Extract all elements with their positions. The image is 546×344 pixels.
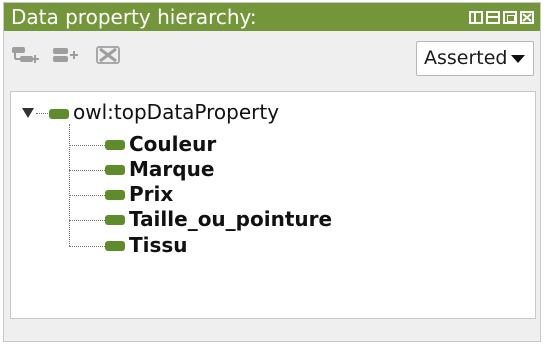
tree-item-taille-ou-pointure[interactable]: Taille_ou_pointure [129,207,332,231]
view-mode-select[interactable]: Asserted [416,41,534,76]
window-controls [469,11,534,24]
data-property-icon [105,140,125,150]
tree-connector [69,246,105,247]
delete-property-icon[interactable] [94,43,124,67]
split-horizontal-icon[interactable] [469,11,483,24]
view-mode-value: Asserted [424,47,508,69]
tree-item-couleur[interactable]: Couleur [129,132,216,156]
panel-title: Data property hierarchy: [11,5,257,29]
split-vertical-icon[interactable] [486,11,500,24]
tree-root-label[interactable]: owl:topDataProperty [73,100,279,124]
property-tree: owl:topDataProperty Couleur Marque Prix … [10,91,536,319]
maximize-icon[interactable] [503,11,517,24]
tree-item-prix[interactable]: Prix [129,182,173,206]
tree-connector [69,195,105,196]
data-property-hierarchy-panel: Data property hierarchy: Asserted owl:to… [3,2,541,342]
tree-connector [69,170,105,171]
collapse-triangle-icon[interactable] [22,108,34,118]
close-icon[interactable] [520,11,534,24]
add-sibling-property-icon[interactable] [50,43,80,67]
tree-connector [69,220,105,221]
tree-item-marque[interactable]: Marque [129,157,214,181]
tree-connector [69,145,105,146]
tree-connector [69,124,70,246]
data-property-icon [105,215,125,225]
data-property-icon [105,165,125,175]
hierarchy-toolbar: Asserted [4,31,540,81]
add-subproperty-icon[interactable] [10,43,40,67]
data-property-icon [105,190,125,200]
data-property-icon [49,109,69,119]
panel-titlebar: Data property hierarchy: [4,3,540,31]
tree-item-tissu[interactable]: Tissu [129,233,188,257]
data-property-icon [105,241,125,251]
tree-connector [36,113,48,114]
chevron-down-icon [511,55,525,63]
